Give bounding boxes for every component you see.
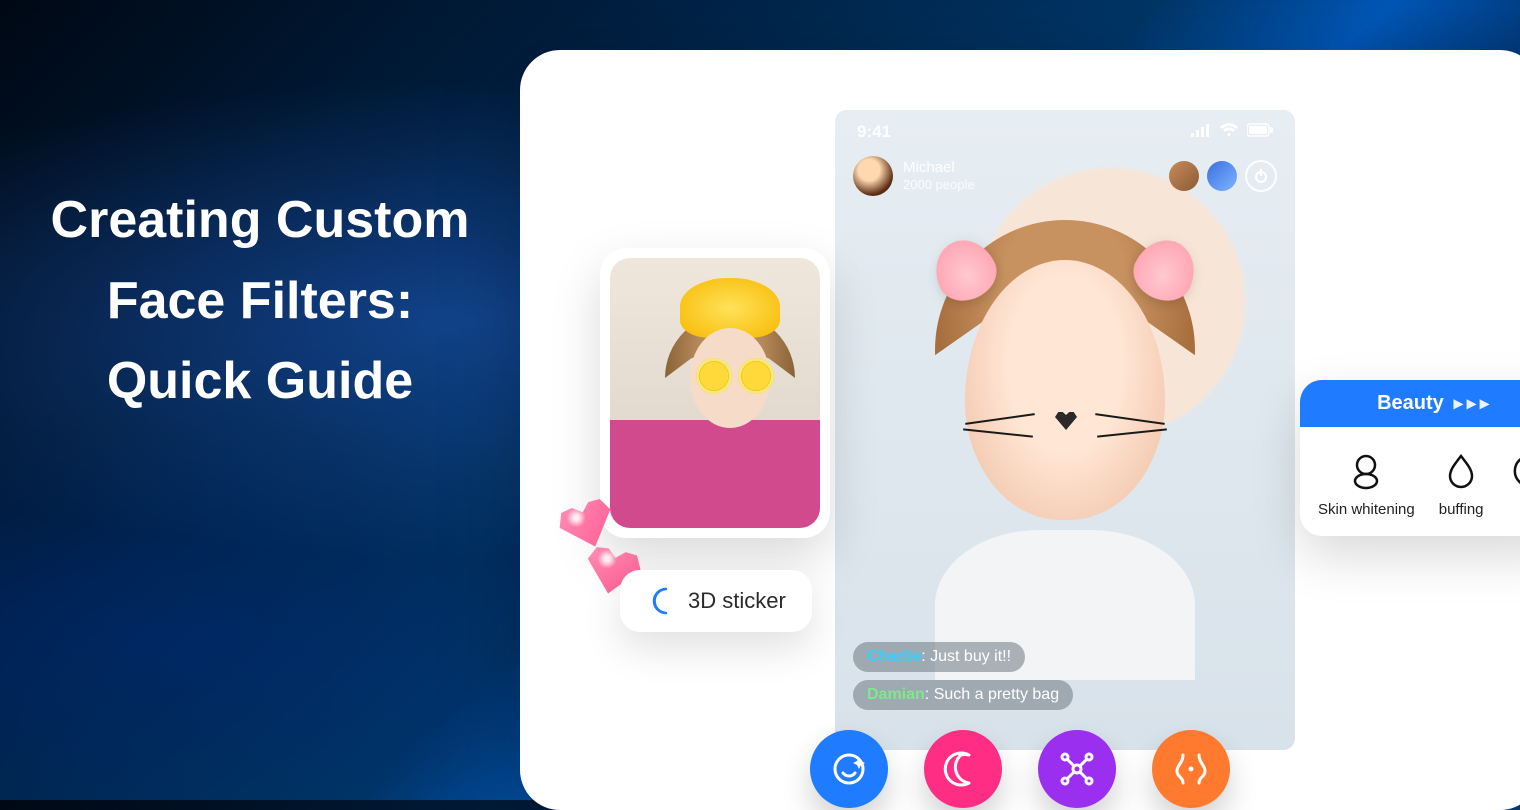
status-time: 9:41 [857, 122, 891, 142]
sticker-moon-icon [943, 749, 983, 789]
filter-toolbar [810, 730, 1230, 808]
beauty-header[interactable]: Beauty ▸▸▸ [1300, 380, 1520, 427]
power-button[interactable] [1245, 160, 1277, 192]
chat-message: Charlie: Just buy it!! [853, 642, 1025, 672]
phone-mockup: 9:41 Michael 2000 people [835, 110, 1295, 750]
beauty-option-partial[interactable]: ro [1508, 451, 1520, 518]
sticker-preview-image [610, 258, 820, 528]
circle-icon [1508, 451, 1520, 491]
viewer-avatar[interactable] [1169, 161, 1199, 191]
effects-button[interactable] [1038, 730, 1116, 808]
body-shape-button[interactable] [1152, 730, 1230, 808]
skin-whitening-icon [1346, 451, 1386, 491]
viewer-count: 2000 people [903, 177, 975, 193]
viewer-avatar[interactable] [1207, 161, 1237, 191]
host-avatar [853, 156, 893, 196]
face-filter-button[interactable] [810, 730, 888, 808]
sticker-chip[interactable]: 3D sticker [620, 570, 812, 632]
beauty-option-label: buffing [1439, 501, 1484, 518]
moon-icon [646, 586, 676, 616]
network-icon [1057, 749, 1097, 789]
sticker-chip-label: 3D sticker [688, 588, 786, 614]
chat-user: Damian [867, 686, 925, 703]
main-face-filter [915, 200, 1215, 600]
viewer-avatars [1169, 160, 1277, 192]
arrow-dots-icon: ▸▸▸ [1454, 393, 1493, 414]
battery-icon [1247, 122, 1273, 142]
sticker-preview-card[interactable] [600, 248, 830, 538]
chat-message: Damian: Such a pretty bag [853, 680, 1073, 710]
sticker-button[interactable] [924, 730, 1002, 808]
host-info[interactable]: Michael 2000 people [853, 156, 975, 196]
lemon-glasses-icon [738, 358, 774, 394]
body-icon [1171, 749, 1211, 789]
chat-user: Charlie [867, 648, 921, 665]
chat-overlay: Charlie: Just buy it!! Damian: Such a pr… [853, 642, 1073, 710]
face-filter-icon [829, 749, 869, 789]
hero-title: Creating Custom Face Filters: Quick Guid… [50, 180, 470, 422]
signal-icon [1191, 122, 1211, 142]
beauty-option-buffing[interactable]: buffing [1439, 451, 1484, 518]
wifi-icon [1219, 122, 1239, 142]
beauty-panel: Beauty ▸▸▸ Skin whitening buffing [1300, 380, 1520, 536]
drop-icon [1441, 451, 1481, 491]
beauty-option-label: Skin whitening [1318, 501, 1415, 518]
status-bar: 9:41 [835, 110, 1295, 148]
heart-icon [553, 492, 620, 556]
demo-card: 9:41 Michael 2000 people [520, 50, 1520, 810]
chat-text: Just buy it!! [930, 648, 1011, 665]
chat-text: Such a pretty bag [934, 686, 1059, 703]
host-name: Michael [903, 159, 975, 177]
beauty-option-skin-whitening[interactable]: Skin whitening [1318, 451, 1415, 518]
beauty-title: Beauty [1377, 392, 1444, 415]
lemon-glasses-icon [696, 358, 732, 394]
power-icon [1253, 168, 1269, 184]
stream-header: Michael 2000 people [835, 148, 1295, 204]
